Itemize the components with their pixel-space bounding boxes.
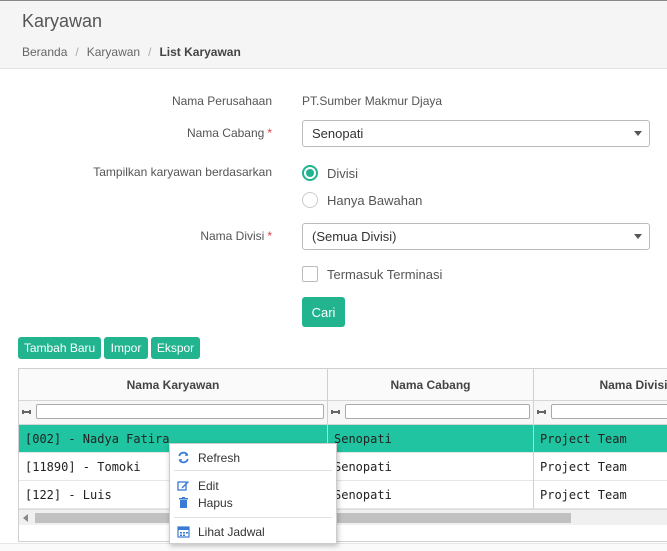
filter-input-branch[interactable] [345, 404, 530, 419]
show-by-label: Tampilkan karyawan berdasarkan [93, 165, 272, 179]
scroll-left-icon[interactable] [23, 514, 28, 522]
branch-label: Nama Cabang * [186, 126, 272, 140]
add-new-button[interactable]: Tambah Baru [18, 337, 101, 359]
breadcrumb-karyawan[interactable]: Karyawan [87, 45, 140, 59]
division-select[interactable]: (Semua Divisi) [302, 223, 650, 250]
menu-delete-label: Hapus [198, 495, 233, 510]
filter-icon [331, 410, 340, 414]
menu-refresh-label: Refresh [198, 450, 241, 465]
table-row[interactable]: [11890] - Tomoki Senopati Project Team [19, 453, 667, 481]
filter-input-division[interactable] [551, 404, 667, 419]
radio-hanya-bawahan[interactable]: Hanya Bawahan [302, 192, 422, 208]
company-label: Nama Perusahaan [171, 94, 272, 108]
column-header-employee-name[interactable]: Nama Karyawan [19, 369, 328, 401]
export-button[interactable]: Ekspor [151, 337, 200, 359]
company-value: PT.Sumber Makmur Djaya [302, 94, 443, 108]
menu-divider [174, 517, 332, 518]
radio-checked-icon [302, 165, 318, 181]
footer-strip [0, 543, 667, 551]
menu-edit-label: Edit [198, 478, 219, 493]
menu-item-delete[interactable]: Hapus [170, 494, 336, 511]
breadcrumb-current: List Karyawan [159, 45, 241, 59]
termination-checkbox-label: Termasuk Terminasi [327, 266, 443, 282]
import-button[interactable]: Impor [104, 337, 148, 359]
page-title: Karyawan [22, 11, 103, 31]
cell-division: Project Team [534, 425, 667, 453]
column-header-branch-name[interactable]: Nama Cabang [328, 369, 534, 401]
cell-branch: Senopati [328, 481, 534, 509]
column-header-division-name[interactable]: Nama Divisi [534, 369, 667, 401]
chevron-down-icon [634, 234, 642, 239]
radio-hanya-bawahan-label: Hanya Bawahan [327, 192, 423, 208]
menu-item-edit[interactable]: Edit [170, 477, 336, 494]
chevron-down-icon [634, 131, 642, 136]
calendar-icon [177, 525, 190, 538]
filter-input-employee[interactable] [36, 404, 324, 419]
cell-division: Project Team [534, 481, 667, 509]
breadcrumb-home[interactable]: Beranda [22, 45, 67, 59]
search-button[interactable]: Cari [302, 297, 345, 327]
menu-item-schedule[interactable]: Lihat Jadwal [170, 523, 336, 540]
checkbox-icon [302, 266, 318, 282]
refresh-icon [177, 451, 190, 464]
table-row[interactable]: [122] - Luis Senopati Project Team [19, 481, 667, 509]
menu-item-refresh[interactable]: Refresh [170, 449, 336, 466]
radio-divisi-label: Divisi [327, 165, 359, 181]
branch-select[interactable]: Senopati [302, 120, 650, 147]
cell-division: Project Team [534, 453, 667, 481]
horizontal-scrollbar[interactable] [19, 509, 667, 525]
division-label: Nama Divisi * [200, 229, 272, 243]
radio-unchecked-icon [302, 192, 318, 208]
filter-icon [537, 410, 546, 414]
table-row[interactable]: [002] - Nadya Fatira Senopati Project Te… [19, 425, 667, 453]
termination-checkbox[interactable]: Termasuk Terminasi [302, 266, 442, 282]
filter-cell-division [534, 401, 667, 425]
employee-grid: Nama Karyawan Nama Cabang Nama Divisi [0… [18, 368, 667, 542]
edit-icon [177, 479, 190, 492]
breadcrumb: Beranda / Karyawan / List Karyawan [22, 45, 241, 59]
branch-select-value: Senopati [312, 126, 364, 141]
context-menu: Refresh Edit Hapus Lihat Jadwal [169, 443, 337, 544]
menu-schedule-label: Lihat Jadwal [198, 524, 265, 539]
filter-cell-employee [19, 401, 328, 425]
cell-branch: Senopati [328, 425, 534, 453]
filter-cell-branch [328, 401, 534, 425]
cell-branch: Senopati [328, 453, 534, 481]
filter-icon [22, 410, 31, 414]
menu-divider [174, 470, 332, 471]
division-select-value: (Semua Divisi) [312, 229, 397, 244]
page-header: Karyawan Beranda / Karyawan / List Karyawan [0, 0, 667, 68]
trash-icon [177, 496, 190, 509]
radio-divisi[interactable]: Divisi [302, 165, 358, 181]
